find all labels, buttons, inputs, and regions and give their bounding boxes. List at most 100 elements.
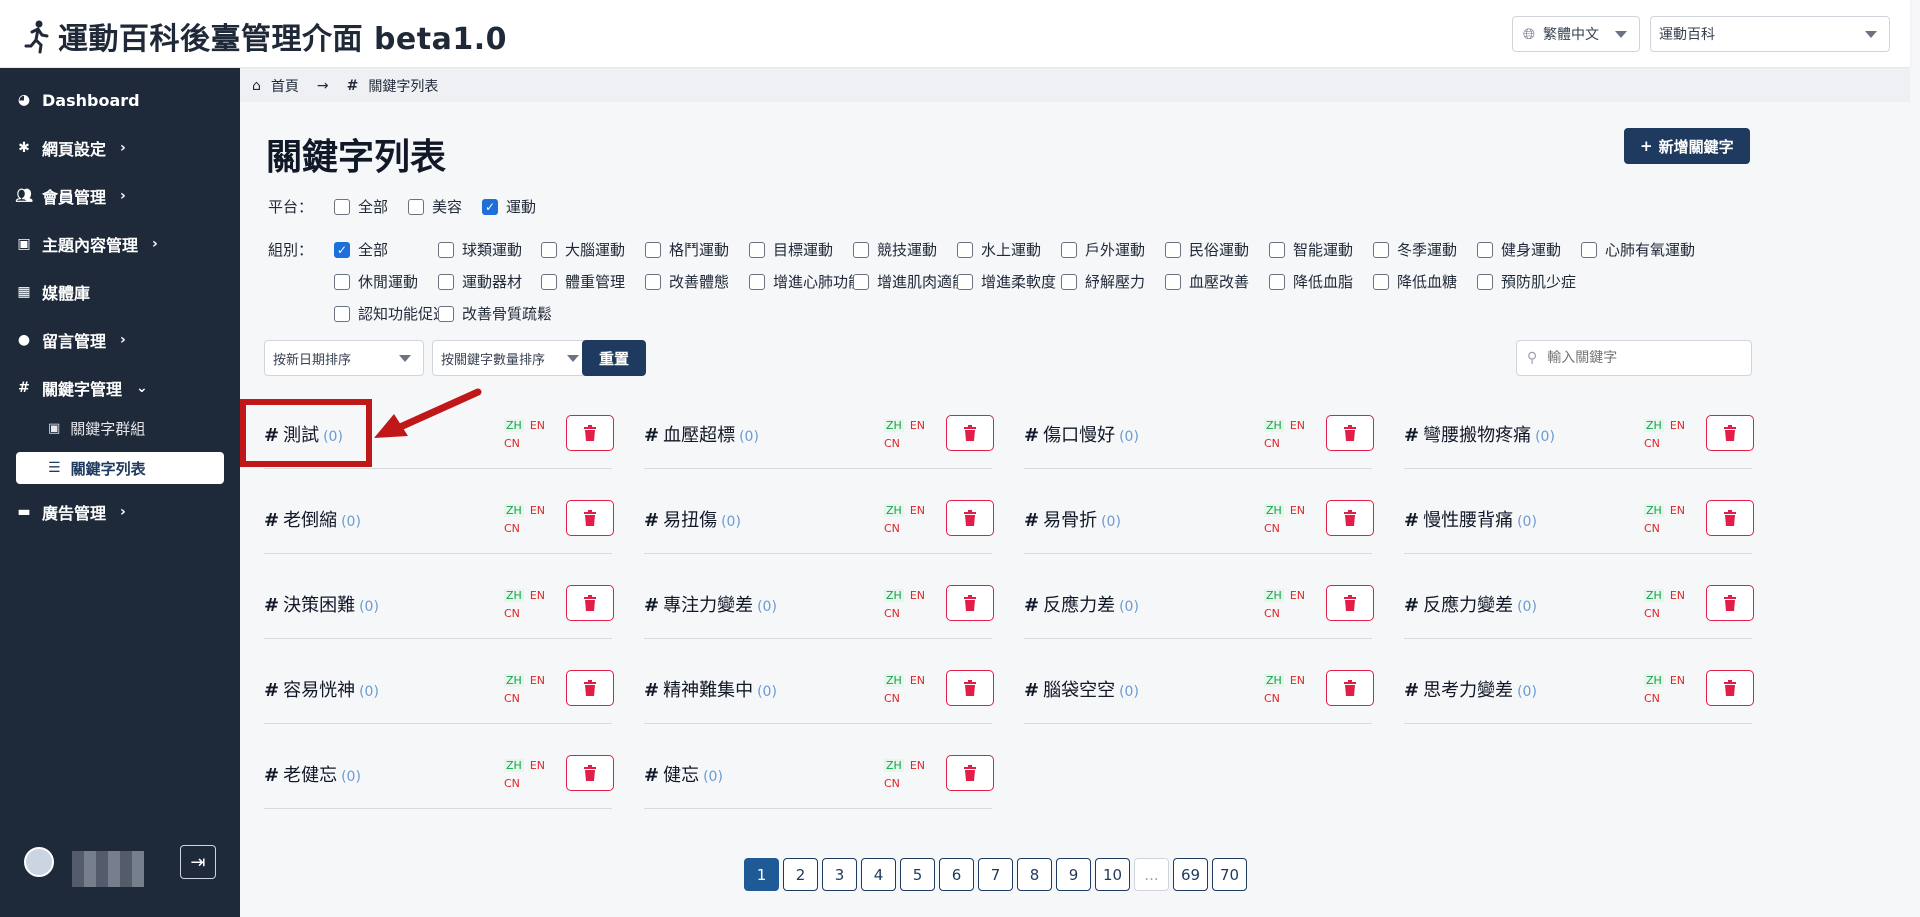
- delete-button[interactable]: [566, 415, 614, 451]
- keyword-name[interactable]: # 思考力變差 (0): [1404, 676, 1537, 702]
- tag-en[interactable]: EN: [910, 504, 925, 517]
- keyword-card[interactable]: # 腦袋空空 (0) ZH EN CN: [1024, 654, 1374, 724]
- keyword-card[interactable]: # 反應力差 (0) ZH EN CN: [1024, 569, 1374, 639]
- group-checkbox[interactable]: 降低血糖: [1373, 271, 1457, 292]
- page-button[interactable]: 2: [783, 858, 818, 891]
- delete-button[interactable]: [946, 755, 994, 791]
- tag-zh[interactable]: ZH: [884, 419, 904, 432]
- tag-en[interactable]: EN: [1670, 419, 1685, 432]
- keyword-name[interactable]: # 慢性腰背痛 (0): [1404, 506, 1537, 532]
- group-checkbox[interactable]: 認知功能促進: [334, 303, 448, 324]
- sidebar-item-dashboard[interactable]: ◕ Dashboard: [0, 82, 240, 118]
- tag-cn[interactable]: CN: [1644, 520, 1694, 538]
- keyword-card[interactable]: # 決策困難 (0) ZH EN CN: [264, 569, 614, 639]
- search-input[interactable]: [1547, 350, 1728, 366]
- keyword-name[interactable]: # 反應力變差 (0): [1404, 591, 1537, 617]
- avatar[interactable]: [24, 847, 54, 877]
- delete-button[interactable]: [1706, 415, 1754, 451]
- tag-en[interactable]: EN: [910, 419, 925, 432]
- page-button[interactable]: 5: [900, 858, 935, 891]
- checkbox-box[interactable]: [438, 241, 454, 258]
- keyword-card[interactable]: # 健忘 (0) ZH EN CN: [644, 739, 994, 809]
- keyword-name[interactable]: # 反應力差 (0): [1024, 591, 1139, 617]
- page-button[interactable]: 8: [1017, 858, 1052, 891]
- tag-cn[interactable]: CN: [504, 520, 554, 538]
- keyword-card[interactable]: # 易骨折 (0) ZH EN CN: [1024, 484, 1374, 554]
- tag-cn[interactable]: CN: [1644, 605, 1694, 623]
- keyword-name[interactable]: # 腦袋空空 (0): [1024, 676, 1139, 702]
- group-checkbox[interactable]: 運動器材: [438, 271, 522, 292]
- sort-by-date-select[interactable]: 按新日期排序: [264, 340, 424, 376]
- tag-cn[interactable]: CN: [1264, 520, 1314, 538]
- keyword-card[interactable]: # 血壓超標 (0) ZH EN CN: [644, 399, 994, 469]
- delete-button[interactable]: [1706, 670, 1754, 706]
- tag-cn[interactable]: CN: [884, 775, 934, 793]
- tag-en[interactable]: EN: [1670, 504, 1685, 517]
- checkbox-box[interactable]: [957, 273, 973, 290]
- keyword-name[interactable]: # 容易恍神 (0): [264, 676, 379, 702]
- group-checkbox[interactable]: 改善骨質疏鬆: [438, 303, 552, 324]
- tag-zh[interactable]: ZH: [884, 759, 904, 772]
- tag-zh[interactable]: ZH: [1644, 504, 1664, 517]
- sort-by-count-select[interactable]: 按關鍵字數量排序: [432, 340, 592, 376]
- keyword-card[interactable]: # 思考力變差 (0) ZH EN CN: [1404, 654, 1754, 724]
- page-button[interactable]: 69: [1173, 858, 1208, 891]
- tag-en[interactable]: EN: [530, 759, 545, 772]
- tag-cn[interactable]: CN: [1264, 605, 1314, 623]
- checkbox-box[interactable]: [541, 241, 557, 258]
- checkbox-box[interactable]: [408, 198, 424, 215]
- tag-cn[interactable]: CN: [1264, 690, 1314, 708]
- checkbox-box[interactable]: [1581, 241, 1597, 258]
- group-checkbox[interactable]: 紓解壓力: [1061, 271, 1145, 292]
- group-checkbox[interactable]: 全部: [334, 239, 388, 260]
- tag-zh[interactable]: ZH: [1264, 504, 1284, 517]
- delete-button[interactable]: [1326, 415, 1374, 451]
- reset-button[interactable]: 重置: [582, 340, 646, 376]
- group-checkbox[interactable]: 心肺有氧運動: [1581, 239, 1695, 260]
- checkbox-box[interactable]: [1165, 241, 1181, 258]
- group-checkbox[interactable]: 戶外運動: [1061, 239, 1145, 260]
- group-checkbox[interactable]: 增進心肺功能: [749, 271, 863, 292]
- group-checkbox[interactable]: 血壓改善: [1165, 271, 1249, 292]
- tag-zh[interactable]: ZH: [504, 504, 524, 517]
- checkbox-box[interactable]: [645, 241, 661, 258]
- checkbox-box[interactable]: [749, 241, 765, 258]
- add-keyword-button[interactable]: + 新增關鍵字: [1624, 128, 1750, 164]
- checkbox-box[interactable]: [334, 273, 350, 290]
- delete-button[interactable]: [566, 670, 614, 706]
- keyword-card[interactable]: # 精神難集中 (0) ZH EN CN: [644, 654, 994, 724]
- keyword-name[interactable]: # 專注力變差 (0): [644, 591, 777, 617]
- tag-zh[interactable]: ZH: [1644, 419, 1664, 432]
- tag-en[interactable]: EN: [910, 674, 925, 687]
- group-checkbox[interactable]: 改善體態: [645, 271, 729, 292]
- group-checkbox[interactable]: 大腦運動: [541, 239, 625, 260]
- platform-checkbox[interactable]: 全部: [334, 196, 388, 217]
- site-select[interactable]: 運動百科: [1650, 16, 1890, 52]
- keyword-card[interactable]: # 容易恍神 (0) ZH EN CN: [264, 654, 614, 724]
- group-checkbox[interactable]: 降低血脂: [1269, 271, 1353, 292]
- group-checkbox[interactable]: 增進肌肉適能: [853, 271, 967, 292]
- checkbox-box[interactable]: [645, 273, 661, 290]
- group-checkbox[interactable]: 水上運動: [957, 239, 1041, 260]
- group-checkbox[interactable]: 冬季運動: [1373, 239, 1457, 260]
- tag-en[interactable]: EN: [1290, 419, 1305, 432]
- tag-cn[interactable]: CN: [504, 775, 554, 793]
- keyword-name[interactable]: # 老健忘 (0): [264, 761, 361, 787]
- page-button[interactable]: 9: [1056, 858, 1091, 891]
- sidebar-item-content[interactable]: ▣ 主題內容管理 ›: [0, 226, 240, 262]
- tag-zh[interactable]: ZH: [884, 589, 904, 602]
- group-checkbox[interactable]: 民俗運動: [1165, 239, 1249, 260]
- tag-zh[interactable]: ZH: [1264, 419, 1284, 432]
- delete-button[interactable]: [566, 585, 614, 621]
- group-checkbox[interactable]: 休閒運動: [334, 271, 418, 292]
- tag-cn[interactable]: CN: [1644, 435, 1694, 453]
- tag-cn[interactable]: CN: [1644, 690, 1694, 708]
- delete-button[interactable]: [1326, 670, 1374, 706]
- keyword-name[interactable]: # 易骨折 (0): [1024, 506, 1121, 532]
- tag-en[interactable]: EN: [910, 589, 925, 602]
- tag-en[interactable]: EN: [1290, 504, 1305, 517]
- platform-checkbox[interactable]: 美容: [408, 196, 462, 217]
- delete-button[interactable]: [946, 585, 994, 621]
- checkbox-box[interactable]: [541, 273, 557, 290]
- checkbox-box[interactable]: [749, 273, 765, 290]
